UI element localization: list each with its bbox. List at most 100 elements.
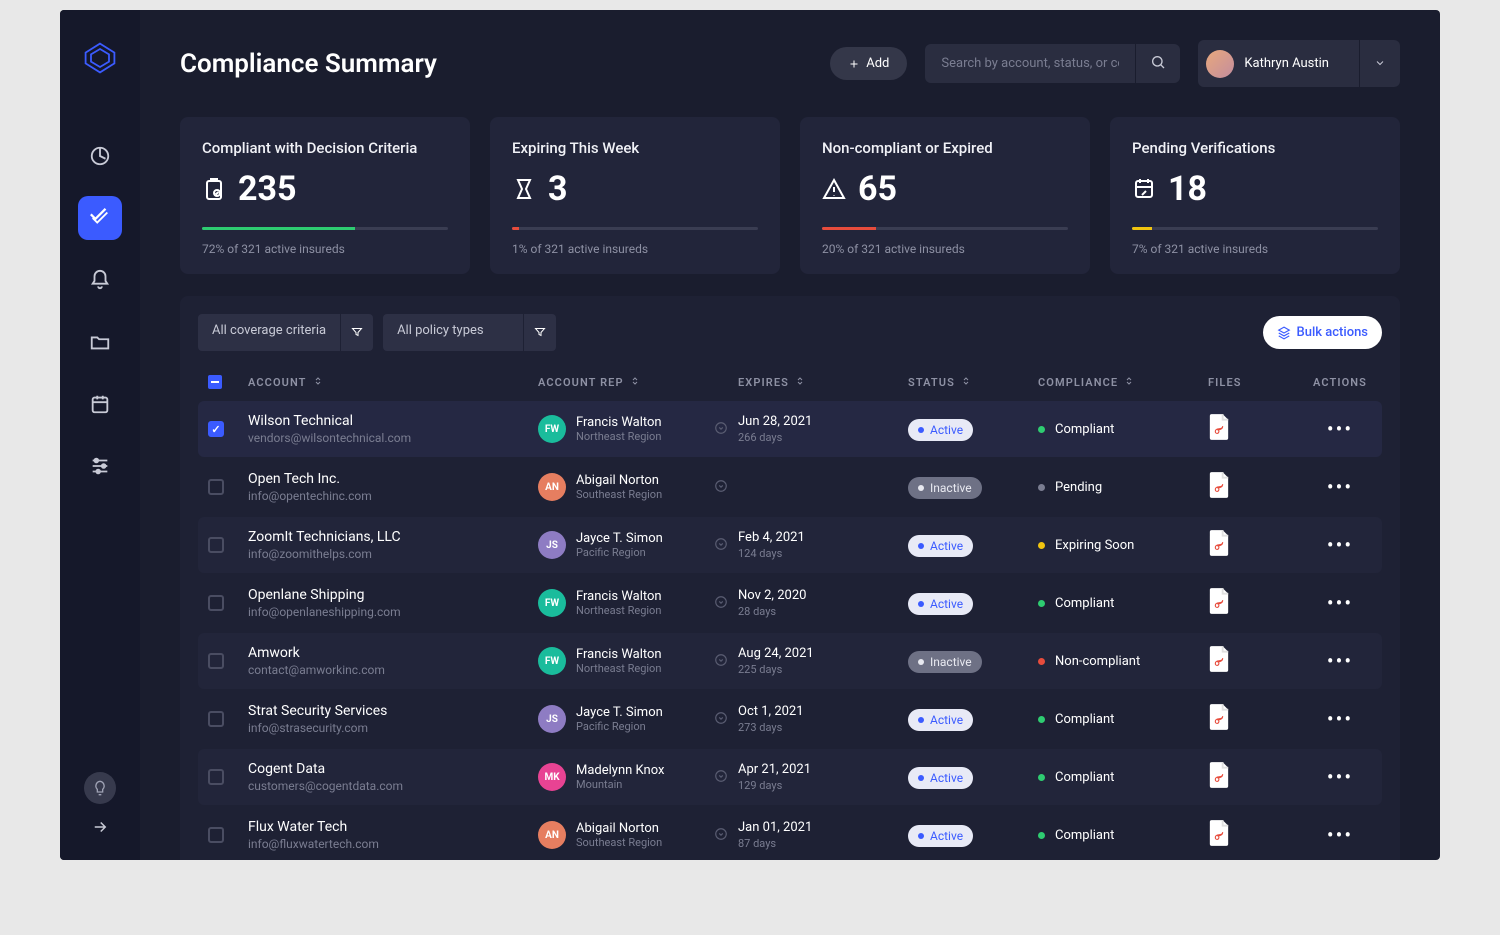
pdf-file-icon[interactable] [1208, 646, 1230, 672]
filter-coverage-label: All coverage criteria [198, 314, 340, 351]
pdf-file-icon[interactable] [1208, 472, 1230, 498]
card-icon [1132, 177, 1156, 201]
search-button[interactable] [1135, 44, 1180, 83]
nav-settings[interactable] [78, 444, 122, 488]
table-row[interactable]: Flux Water Tech info@fluxwatertech.com A… [198, 807, 1382, 860]
rep-name: Madelynn Knox [576, 763, 664, 778]
nav-collapse-icon[interactable] [91, 818, 109, 840]
card-value: 3 [548, 169, 568, 209]
filter-icon[interactable] [340, 314, 373, 351]
account-email: vendors@wilsontechnical.com [248, 431, 538, 445]
row-checkbox[interactable] [208, 595, 224, 611]
account-name: Openlane Shipping [248, 587, 538, 603]
row-actions-menu[interactable]: ••• [1308, 649, 1372, 673]
table-row[interactable]: Strat Security Services info@strasecurit… [198, 691, 1382, 747]
expires-date: Aug 24, 2021 [738, 646, 908, 661]
rep-region: Pacific Region [576, 720, 663, 733]
add-button[interactable]: Add [830, 47, 907, 80]
col-account[interactable]: ACCOUNT [248, 376, 538, 389]
row-checkbox[interactable] [208, 421, 224, 437]
row-actions-menu[interactable]: ••• [1308, 417, 1372, 441]
filter-coverage[interactable]: All coverage criteria [198, 314, 373, 351]
pdf-file-icon[interactable] [1208, 530, 1230, 556]
summary-card[interactable]: Pending Verifications 18 7% of 321 activ… [1110, 117, 1400, 274]
filter-policy[interactable]: All policy types [383, 314, 556, 351]
expires-days: 225 days [738, 663, 908, 676]
row-actions-menu[interactable]: ••• [1308, 533, 1372, 557]
table-row[interactable]: Wilson Technical vendors@wilsontechnical… [198, 401, 1382, 457]
card-subtitle: 1% of 321 active insureds [512, 242, 758, 256]
table-row[interactable]: Amwork contact@amworkinc.com FW Francis … [198, 633, 1382, 689]
row-checkbox[interactable] [208, 827, 224, 843]
card-value: 235 [238, 169, 297, 209]
chevron-down-icon[interactable] [714, 478, 728, 497]
compliance-status: Compliant [1038, 422, 1208, 437]
card-icon [512, 177, 536, 201]
rep-avatar: JS [538, 531, 566, 559]
account-name: Cogent Data [248, 761, 538, 777]
pdf-file-icon[interactable] [1208, 704, 1230, 730]
col-files: FILES [1208, 376, 1308, 389]
avatar [1206, 50, 1234, 78]
row-checkbox[interactable] [208, 711, 224, 727]
row-checkbox[interactable] [208, 653, 224, 669]
rep-region: Northeast Region [576, 604, 662, 617]
pdf-file-icon[interactable] [1208, 820, 1230, 846]
col-status[interactable]: STATUS [908, 376, 1038, 389]
compliance-status: Compliant [1038, 828, 1208, 843]
summary-card[interactable]: Non-compliant or Expired 65 20% of 321 a… [800, 117, 1090, 274]
table-row[interactable]: ZoomIt Technicians, LLC info@zoomithelps… [198, 517, 1382, 573]
card-value: 65 [858, 169, 897, 209]
chevron-down-icon[interactable] [714, 768, 728, 787]
row-actions-menu[interactable]: ••• [1308, 591, 1372, 615]
summary-card[interactable]: Expiring This Week 3 1% of 321 active in… [490, 117, 780, 274]
nav-notifications[interactable] [78, 258, 122, 302]
summary-card[interactable]: Compliant with Decision Criteria 235 72%… [180, 117, 470, 274]
nav-folders[interactable] [78, 320, 122, 364]
chevron-down-icon[interactable] [714, 536, 728, 555]
rep-name: Abigail Norton [576, 473, 662, 488]
col-rep[interactable]: ACCOUNT REP [538, 376, 738, 389]
search-input[interactable] [925, 44, 1135, 83]
row-checkbox[interactable] [208, 479, 224, 495]
nav-dashboard[interactable] [78, 134, 122, 178]
nav-compliance[interactable] [78, 196, 122, 240]
chevron-down-icon[interactable] [714, 826, 728, 845]
filter-icon[interactable] [523, 314, 556, 351]
compliance-status: Non-compliant [1038, 654, 1208, 669]
chevron-down-icon[interactable] [1359, 40, 1400, 87]
status-badge: Active [908, 825, 973, 847]
bulk-actions-button[interactable]: Bulk actions [1263, 316, 1383, 349]
account-email: info@strasecurity.com [248, 721, 538, 735]
row-checkbox[interactable] [208, 769, 224, 785]
nav-help-icon[interactable] [84, 772, 116, 804]
account-name: Strat Security Services [248, 703, 538, 719]
pdf-file-icon[interactable] [1208, 762, 1230, 788]
expires-days: 28 days [738, 605, 908, 618]
user-menu[interactable]: Kathryn Austin [1198, 40, 1400, 87]
nav-calendar[interactable] [78, 382, 122, 426]
chevron-down-icon[interactable] [714, 594, 728, 613]
expires-date: Jun 28, 2021 [738, 414, 908, 429]
row-checkbox[interactable] [208, 537, 224, 553]
table-row[interactable]: Openlane Shipping info@openlaneshipping.… [198, 575, 1382, 631]
col-compliance[interactable]: COMPLIANCE [1038, 376, 1208, 389]
pdf-file-icon[interactable] [1208, 414, 1230, 440]
row-actions-menu[interactable]: ••• [1308, 823, 1372, 847]
table-row[interactable]: Cogent Data customers@cogentdata.com MK … [198, 749, 1382, 805]
row-actions-menu[interactable]: ••• [1308, 765, 1372, 789]
account-name: ZoomIt Technicians, LLC [248, 529, 538, 545]
row-actions-menu[interactable]: ••• [1308, 707, 1372, 731]
row-actions-menu[interactable]: ••• [1308, 475, 1372, 499]
pdf-file-icon[interactable] [1208, 588, 1230, 614]
rep-avatar: MK [538, 763, 566, 791]
col-expires[interactable]: EXPIRES [738, 376, 908, 389]
card-progress [512, 227, 758, 230]
chevron-down-icon[interactable] [714, 652, 728, 671]
chevron-down-icon[interactable] [714, 710, 728, 729]
select-all-checkbox[interactable] [208, 375, 222, 389]
compliance-status: Pending [1038, 480, 1208, 495]
card-subtitle: 72% of 321 active insureds [202, 242, 448, 256]
chevron-down-icon[interactable] [714, 420, 728, 439]
table-row[interactable]: Open Tech Inc. info@opentechinc.com AN A… [198, 459, 1382, 515]
